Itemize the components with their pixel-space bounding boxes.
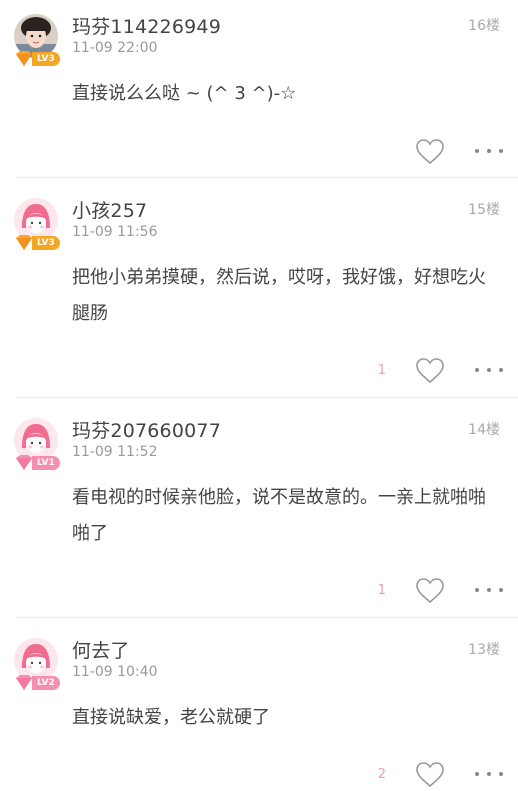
comment-item: LV3 小孩257 11-09 11:56 15楼 把他小弟弟摸硬，然后说，哎呀… [0, 184, 518, 398]
timestamp: 11-09 10:40 [72, 664, 158, 680]
comment-actions: 2 [344, 761, 504, 791]
heart-icon[interactable] [416, 762, 444, 788]
comment-actions [344, 138, 504, 168]
comment-item: LV2 何去了 11-09 10:40 13楼 直接说缺爱，老公就硬了 2 [0, 624, 518, 788]
avatar[interactable]: LV3 [14, 14, 60, 66]
like-count: 1 [377, 363, 386, 378]
more-options-icon[interactable] [474, 365, 504, 375]
username[interactable]: 小孩257 [72, 196, 147, 223]
avatar[interactable]: LV2 [14, 638, 60, 690]
avatar[interactable]: LV1 [14, 418, 60, 470]
more-options-icon[interactable] [474, 769, 504, 779]
level-label: LV3 [32, 236, 60, 250]
comment-content: 把他小弟弟摸硬，然后说，哎呀，我好饿，好想吃火腿肠 [72, 267, 486, 324]
username[interactable]: 何去了 [72, 636, 130, 663]
level-label: LV2 [32, 676, 60, 690]
floor-number: 16楼 [468, 18, 500, 34]
comment-item: LV3 玛芬114226949 11-09 22:00 16楼 直接说么么哒 ~… [0, 0, 518, 178]
level-badge: LV3 [14, 51, 60, 67]
level-badge: LV3 [14, 235, 60, 251]
floor-number: 13楼 [468, 642, 500, 658]
floor-number: 15楼 [468, 202, 500, 218]
floor-number: 14楼 [468, 422, 500, 438]
comment-actions: 1 [344, 357, 504, 387]
like-count: 2 [377, 767, 386, 782]
username[interactable]: 玛芬207660077 [72, 416, 221, 443]
divider [16, 177, 518, 178]
username[interactable]: 玛芬114226949 [72, 12, 221, 39]
timestamp: 11-09 11:52 [72, 444, 158, 460]
comment-content: 直接说么么哒 ~ (^ 3 ^)-☆ [72, 83, 297, 104]
heart-icon[interactable] [416, 578, 444, 604]
divider [16, 617, 518, 618]
level-badge: LV2 [14, 675, 60, 691]
comment-actions: 1 [344, 577, 504, 607]
comment-content: 看电视的时候亲他脸，说不是故意的。一亲上就啪啪啪了 [72, 487, 486, 544]
timestamp: 11-09 11:56 [72, 224, 158, 240]
heart-icon[interactable] [416, 139, 444, 165]
divider [16, 397, 518, 398]
diamond-icon [16, 51, 32, 66]
comment-content: 直接说缺爱，老公就硬了 [72, 707, 270, 728]
timestamp: 11-09 22:00 [72, 40, 158, 56]
diamond-icon [16, 675, 32, 690]
level-badge: LV1 [14, 455, 60, 471]
avatar[interactable]: LV3 [14, 198, 60, 250]
more-options-icon[interactable] [474, 146, 504, 156]
level-label: LV1 [32, 456, 60, 470]
diamond-icon [16, 235, 32, 250]
comment-item: LV1 玛芬207660077 11-09 11:52 14楼 看电视的时候亲他… [0, 404, 518, 618]
level-label: LV3 [32, 52, 60, 66]
like-count: 1 [377, 583, 386, 598]
diamond-icon [16, 455, 32, 470]
more-options-icon[interactable] [474, 585, 504, 595]
heart-icon[interactable] [416, 358, 444, 384]
